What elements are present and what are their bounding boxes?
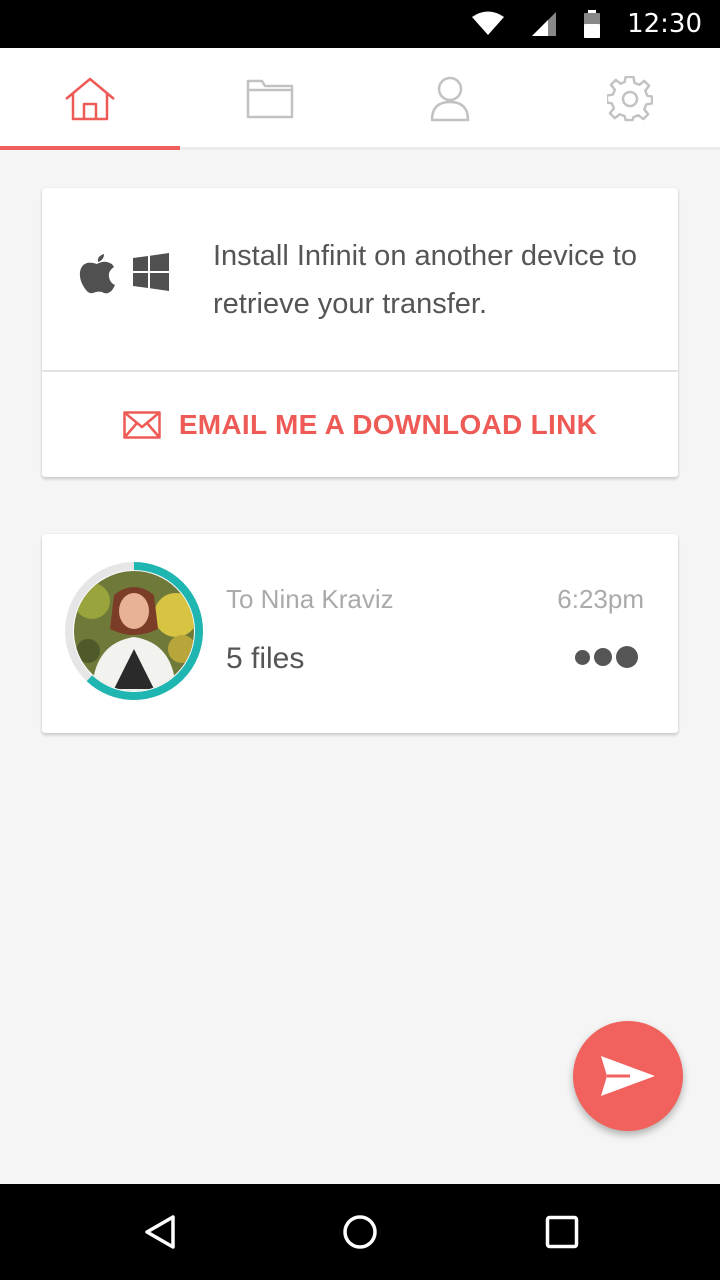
status-icons: 12:30 (471, 0, 702, 48)
nav-home-button[interactable] (300, 1184, 420, 1280)
more-dots-icon[interactable] (575, 646, 638, 668)
email-download-link-label: EMAIL ME A DOWNLOAD LINK (178, 408, 598, 440)
platform-icons (78, 250, 170, 294)
cell-signal-icon (532, 12, 557, 36)
battery-icon (584, 10, 601, 38)
send-icon (601, 1056, 655, 1096)
transfer-time: 6:23pm (557, 584, 644, 614)
avatar-progress (64, 561, 204, 701)
home-icon (65, 77, 115, 121)
nav-recents-button[interactable] (502, 1184, 622, 1280)
recents-square-icon (545, 1215, 579, 1249)
home-circle-icon (343, 1215, 377, 1249)
folder-icon (246, 79, 294, 119)
tab-contacts[interactable] (360, 48, 540, 150)
tab-home[interactable] (0, 48, 180, 150)
transfer-file-count: 5 files (226, 642, 305, 675)
install-info: Install Infinit on another device to ret… (42, 188, 678, 370)
system-nav-bar (0, 1184, 720, 1280)
tab-files[interactable] (180, 48, 360, 150)
apple-icon (79, 254, 115, 294)
email-download-link-button[interactable]: EMAIL ME A DOWNLOAD LINK (42, 372, 678, 477)
person-icon (430, 76, 470, 122)
tab-bar (0, 48, 720, 150)
nav-back-button[interactable] (100, 1184, 220, 1280)
tab-settings[interactable] (540, 48, 720, 150)
transfer-recipient: To Nina Kraviz (226, 584, 394, 614)
active-tab-indicator (0, 146, 180, 150)
send-fab-button[interactable] (573, 1021, 683, 1131)
wifi-icon (472, 11, 505, 35)
install-card: Install Infinit on another device to ret… (42, 188, 678, 477)
clock: 12:30 (627, 9, 702, 39)
envelope-icon (123, 410, 161, 439)
gear-icon (607, 76, 653, 122)
install-message: Install Infinit on another device to ret… (213, 240, 637, 320)
avatar (74, 571, 194, 691)
status-bar: 12:30 (0, 0, 720, 48)
windows-icon (133, 253, 169, 291)
back-triangle-icon (145, 1215, 175, 1249)
transfer-card[interactable]: To Nina Kraviz 6:23pm 5 files (42, 534, 678, 733)
